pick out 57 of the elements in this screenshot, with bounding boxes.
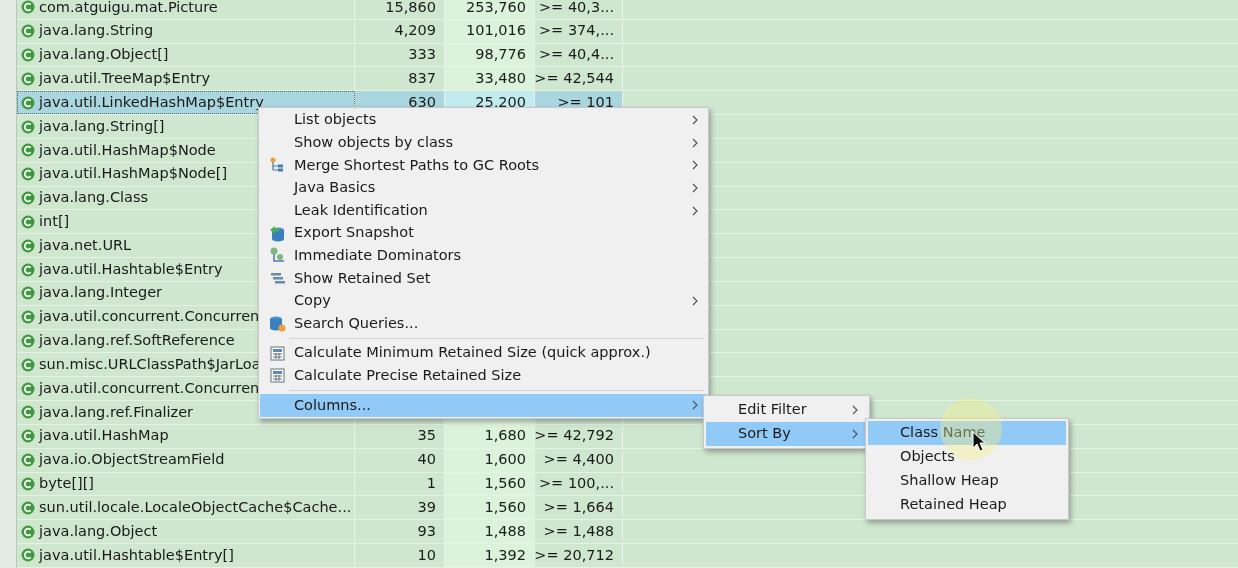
object-count: 630	[408, 92, 436, 112]
shallow-heap-value: 1,560	[484, 474, 526, 494]
class-name: java.util.HashMap$Node	[39, 140, 216, 160]
class-name: java.util.LinkedHashMap$Entry	[39, 92, 264, 112]
retained-heap-value: >= 100,...	[538, 474, 614, 494]
class-name: java.util.concurrent.Concurren	[39, 378, 260, 398]
retained-heap-value: >= 374,...	[538, 21, 614, 41]
shallow-heap-value: 98,776	[475, 45, 526, 65]
shallow-heap-value: 1,600	[484, 450, 526, 470]
retained-heap-value: >= 20,712	[534, 545, 614, 565]
class-name: java.util.HashMap	[39, 426, 169, 446]
object-count: 4,209	[394, 21, 436, 41]
retained-heap-value: >= 42,544	[534, 69, 614, 88]
object-count: 10	[417, 545, 436, 565]
object-count: 837	[408, 69, 436, 88]
retained-heap-value: >= 42,792	[534, 426, 614, 446]
class-name: java.util.Hashtable$Entry[]	[39, 545, 234, 565]
retained-heap-value: >= 40,4...	[538, 45, 614, 65]
retained-heap-value: >= 4,400	[543, 450, 614, 470]
class-name: java.lang.Object	[39, 521, 158, 541]
object-count: 1	[426, 474, 436, 494]
object-count: 40	[417, 450, 436, 470]
retained-heap-value: >= 1,488	[543, 521, 614, 541]
class-name: java.lang.ref.SoftReference	[39, 331, 235, 351]
class-name: java.io.ObjectStreamField	[39, 450, 225, 470]
shallow-heap-value: 253,760	[466, 0, 526, 17]
object-count: 35	[417, 426, 436, 446]
class-name: java.util.Hashtable$Entry	[39, 259, 223, 279]
object-count: 93	[417, 521, 436, 541]
class-name: java.util.TreeMap$Entry	[39, 69, 211, 88]
object-count: 333	[408, 45, 436, 65]
object-count: 15,860	[385, 0, 436, 17]
shallow-heap-value: 1,680	[484, 426, 526, 446]
shallow-heap-value: 1,488	[484, 521, 526, 541]
retained-heap-value: >= 101	[557, 92, 614, 112]
class-name: java.lang.Object[]	[39, 45, 169, 65]
shallow-heap-value: 101,016	[466, 21, 526, 41]
retained-heap-value: >= 1,664	[543, 497, 614, 517]
class-name: java.lang.String[]	[39, 116, 165, 136]
class-name: java.net.URL	[39, 235, 132, 255]
class-name: int[]	[39, 212, 70, 231]
class-name: java.lang.Class	[39, 188, 149, 208]
object-count: 39	[417, 497, 436, 517]
class-name: com.atguigu.mat.Picture	[39, 0, 218, 17]
shallow-heap-value: 25,200	[475, 92, 526, 112]
retained-heap-value: >= 40,3...	[538, 0, 614, 17]
shallow-heap-value: 1,392	[484, 545, 526, 565]
class-name: java.lang.Integer	[39, 283, 163, 303]
class-name: sun.util.locale.LocaleObjectCache$Cache...	[39, 497, 352, 517]
shallow-heap-value: 33,480	[475, 69, 526, 88]
class-name: java.util.concurrent.Concurren	[39, 307, 260, 327]
class-name: java.lang.String	[39, 21, 154, 41]
class-name: java.lang.ref.Finalizer	[39, 402, 194, 422]
class-name: java.util.HashMap$Node[]	[39, 164, 228, 184]
class-name: sun.misc.URLClassPath$JarLoa	[39, 354, 261, 374]
shallow-heap-value: 1,560	[484, 497, 526, 517]
class-name: byte[][]	[39, 474, 95, 494]
